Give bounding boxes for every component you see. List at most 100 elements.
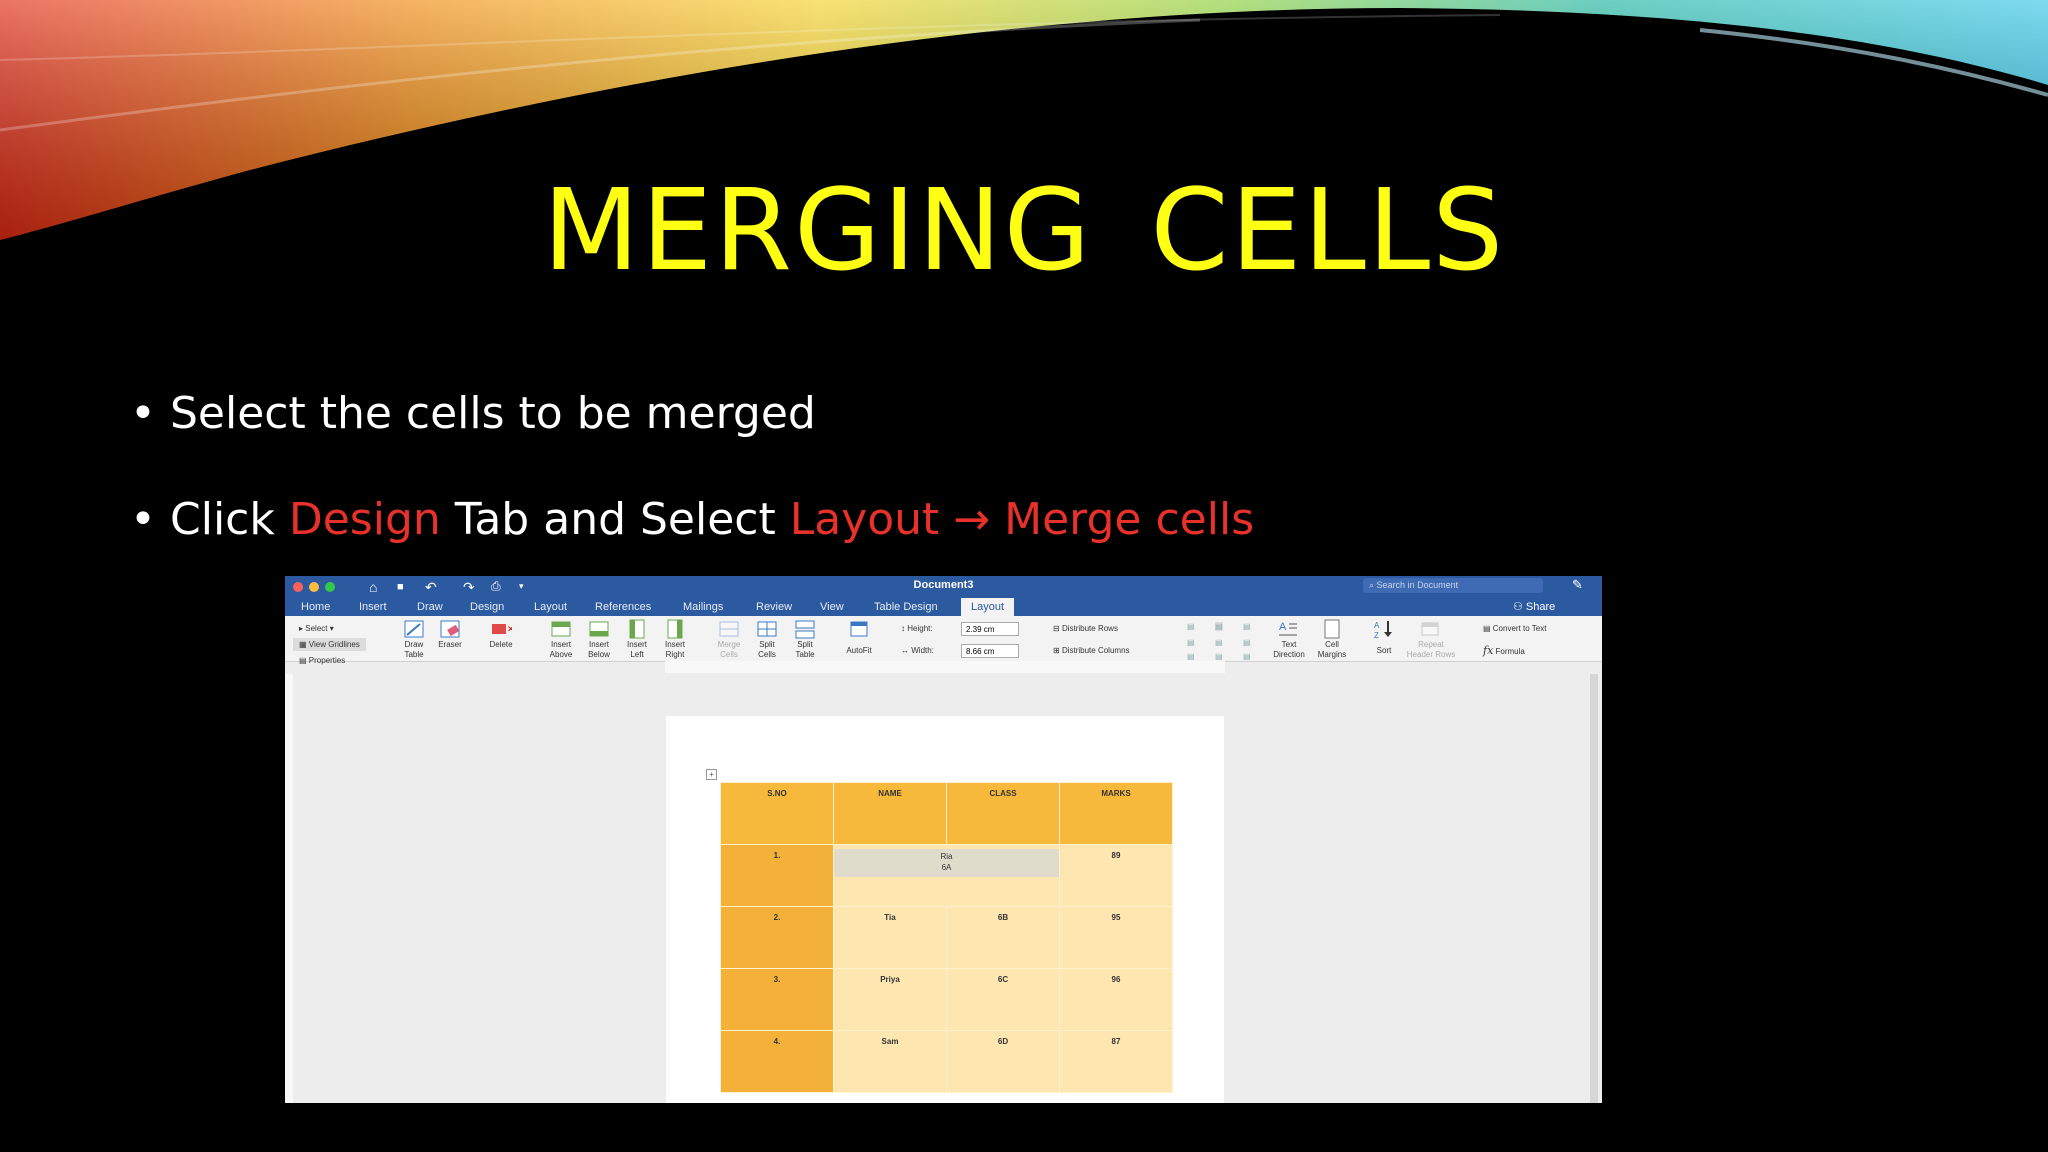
select-dropdown[interactable]: ▸ Select ▾ (299, 624, 334, 633)
align-middle-center-icon[interactable]: ▤ (1215, 638, 1223, 647)
tab-references[interactable]: References (595, 598, 651, 616)
header-class[interactable]: CLASS (946, 782, 1060, 845)
student-table[interactable]: S.NO NAME CLASS MARKS 1. Ria 6A 89 2. Ti… (720, 782, 1173, 1093)
cell-name[interactable]: Sam (833, 1030, 947, 1093)
arrow-icon: → (939, 494, 1005, 545)
split-cells-label-2: Cells (758, 650, 776, 659)
svg-text:Z: Z (1374, 631, 1379, 640)
repeat-header-rows-icon (1421, 622, 1439, 636)
cell-class[interactable]: 6C (946, 968, 1060, 1031)
bullet-list: • Select the cells to be merged • Click … (130, 392, 1254, 604)
distribute-columns-button[interactable]: ⊞ Distribute Columns (1053, 646, 1130, 655)
tab-insert[interactable]: Insert (359, 598, 387, 616)
tab-review[interactable]: Review (756, 598, 792, 616)
distribute-rows-button[interactable]: ⊟ Distribute Rows (1053, 624, 1118, 633)
draw-table-icon (404, 620, 424, 638)
convert-to-text-label: Convert to Text (1492, 624, 1547, 633)
cell-margins-button[interactable]: Cell Margins (1313, 640, 1351, 660)
autofit-button[interactable]: AutoFit (841, 646, 877, 656)
insert-above-button[interactable]: Insert Above (545, 640, 577, 660)
svg-text:A: A (1279, 621, 1287, 633)
tab-design[interactable]: Design (470, 598, 504, 616)
vertical-ruler[interactable] (285, 674, 293, 1103)
cell-class[interactable]: 6D (946, 1030, 1060, 1093)
width-field[interactable]: 8.66 cm (961, 644, 1019, 658)
eraser-button[interactable]: Eraser (435, 640, 465, 650)
split-cells-button[interactable]: Split Cells (751, 640, 783, 660)
bullet-dot-icon: • (130, 388, 156, 439)
bullet-design-highlight: Design (288, 494, 441, 545)
cell-name[interactable]: Priya (833, 968, 947, 1031)
account-icon[interactable]: ✎ (1572, 577, 1583, 593)
sort-button[interactable]: Sort (1369, 646, 1399, 656)
document-page[interactable]: + S.NO NAME CLASS MARKS 1. Ria 6A 89 2. (666, 716, 1224, 1103)
cell-marks[interactable]: 87 (1059, 1030, 1173, 1093)
header-name[interactable]: NAME (833, 782, 947, 845)
merge-cells-icon (719, 621, 739, 637)
horizontal-ruler[interactable] (665, 661, 1225, 673)
height-field[interactable]: 2.39 cm (961, 622, 1019, 636)
formula-button[interactable]: fx Formula (1483, 644, 1525, 657)
cell-marks[interactable]: 89 (1059, 844, 1173, 907)
insert-right-button[interactable]: Insert Right (659, 640, 691, 660)
tab-layout[interactable]: Layout (534, 598, 567, 616)
tab-table-design[interactable]: Table Design (874, 598, 938, 616)
tab-table-layout[interactable]: Layout (961, 598, 1015, 616)
table-row: 2. Tia 6B 95 (720, 906, 1173, 969)
tab-draw[interactable]: Draw (417, 598, 443, 616)
tab-home[interactable]: Home (301, 598, 330, 616)
insert-left-label-2: Left (630, 650, 644, 659)
align-top-right-icon[interactable]: ▤ (1243, 622, 1251, 631)
merge-cells-button[interactable]: Merge Cells (713, 640, 745, 660)
insert-above-label-1: Insert (550, 640, 571, 649)
insert-below-button[interactable]: Insert Below (583, 640, 615, 660)
cell-sno[interactable]: 4. (720, 1030, 834, 1093)
cell-marks[interactable]: 96 (1059, 968, 1173, 1031)
cell-sno[interactable]: 1. (720, 844, 834, 907)
merge-cells-label-1: Merge (717, 640, 741, 649)
header-sno[interactable]: S.NO (720, 782, 834, 845)
insert-left-icon (629, 619, 645, 639)
split-table-button[interactable]: Split Table (789, 640, 821, 660)
view-gridlines-toggle[interactable]: ▦ View Gridlines (293, 638, 366, 651)
align-top-center-icon[interactable]: ▤ (1215, 622, 1223, 631)
text-direction-icon: A (1279, 621, 1297, 636)
draw-table-button[interactable]: Draw Table (397, 640, 431, 660)
align-bottom-left-icon[interactable]: ▤ (1187, 652, 1195, 661)
draw-table-label-2: Table (404, 650, 424, 659)
tab-mailings[interactable]: Mailings (683, 598, 723, 616)
bullet-tab-text: Tab and Select (440, 494, 790, 545)
align-middle-left-icon[interactable]: ▤ (1187, 638, 1195, 647)
text-direction-button[interactable]: Text Direction (1269, 640, 1309, 660)
tab-view[interactable]: View (820, 598, 844, 616)
height-label: ↕ Height: (901, 624, 933, 633)
cell-sno[interactable]: 2. (720, 906, 834, 969)
delete-button[interactable]: Delete (485, 640, 517, 650)
cell-name[interactable]: Tia (833, 906, 947, 969)
eraser-icon (440, 620, 460, 638)
table-move-handle-icon[interactable]: + (706, 769, 717, 780)
vertical-scrollbar[interactable] (1590, 674, 1598, 1103)
draw-table-label-1: Draw (404, 640, 424, 649)
align-bottom-center-icon[interactable]: ▤ (1215, 652, 1223, 661)
cell-sno[interactable]: 3. (720, 968, 834, 1031)
bullet-dot-icon: • (130, 494, 156, 545)
search-input[interactable]: ⌕ Search in Document (1363, 578, 1543, 593)
distribute-columns-label: Distribute Columns (1061, 646, 1130, 655)
convert-to-text-button[interactable]: ▤ Convert to Text (1483, 624, 1546, 633)
header-marks[interactable]: MARKS (1059, 782, 1173, 845)
repeat-header-rows-button[interactable]: Repeat Header Rows (1403, 640, 1459, 660)
window-titlebar: ⌂ ■ ↶ ↷ ⎙ ▾ Document3 ⌕ Search in Docume… (285, 576, 1602, 616)
insert-below-label-1: Insert (588, 640, 609, 649)
ribbon-toolbar: ▸ Select ▾ ▦ View Gridlines ▤ Properties… (285, 616, 1602, 665)
align-top-left-icon[interactable]: ▤ (1187, 622, 1195, 631)
table-header-row: S.NO NAME CLASS MARKS (720, 782, 1173, 845)
align-bottom-right-icon[interactable]: ▤ (1243, 652, 1251, 661)
cell-marks[interactable]: 95 (1059, 906, 1173, 969)
share-button[interactable]: ⚇ Share (1513, 598, 1555, 616)
align-middle-right-icon[interactable]: ▤ (1243, 638, 1251, 647)
properties-button[interactable]: ▤ Properties (299, 656, 345, 665)
merged-cell[interactable]: Ria 6A (833, 844, 1060, 907)
insert-left-button[interactable]: Insert Left (621, 640, 653, 660)
cell-class[interactable]: 6B (946, 906, 1060, 969)
